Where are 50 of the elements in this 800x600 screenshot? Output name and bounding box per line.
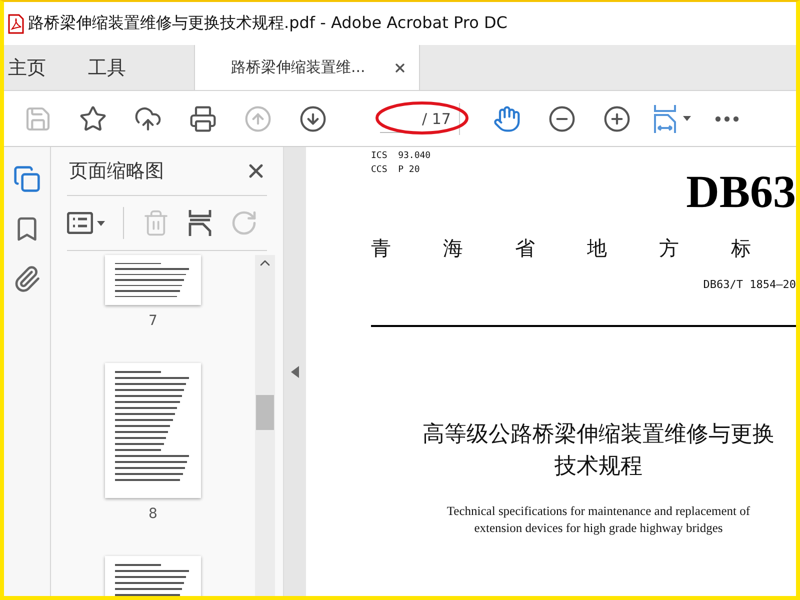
paperclip-icon: [13, 265, 41, 293]
triangle-left-icon: [291, 366, 299, 378]
page-thumbnail[interactable]: [105, 255, 201, 305]
caret-icon: [97, 220, 105, 226]
nav-tab[interactable]: 工具: [84, 45, 126, 90]
document-title: 高等级公路桥梁伸缩装置维修与更换: [422, 421, 774, 449]
document-title: 技术规程: [554, 453, 642, 481]
ccs-code: CCS P 20: [371, 164, 421, 177]
issuer-character: 青: [371, 235, 391, 262]
cloud-upload-icon: [134, 104, 162, 132]
issuer-character: 海: [443, 235, 463, 262]
page-thumbnail[interactable]: [105, 363, 201, 498]
pdf-file-icon: [8, 14, 24, 34]
document-tab-label: 路桥梁伸缩装置维...: [231, 58, 366, 77]
pages-rail-button[interactable]: [13, 165, 41, 193]
scrollbar[interactable]: [255, 255, 275, 596]
attachments-rail-button[interactable]: [13, 265, 41, 293]
page-number: 7: [148, 313, 158, 329]
panel-title: 页面缩略图: [69, 159, 164, 184]
page-number: 8: [148, 506, 158, 522]
issuer-character: 省: [515, 235, 535, 262]
printer-icon: [188, 104, 216, 132]
ics-code: ICS 93.040: [371, 150, 432, 163]
scrollbar-thumb[interactable]: [256, 395, 274, 430]
issuer-character: 标: [731, 235, 751, 262]
zoom-in-icon: [603, 104, 632, 132]
document-tab[interactable]: 路桥梁伸缩装置维...: [194, 45, 420, 90]
standard-number: DB63/T 1854—20: [703, 278, 796, 291]
more-icon: [715, 116, 740, 122]
nav-tab[interactable]: 主页: [4, 45, 46, 90]
trash-icon: [142, 209, 170, 237]
issuer-character: 方: [659, 235, 679, 262]
page-total: / 17: [422, 110, 451, 128]
issuer-character: 地: [587, 235, 607, 262]
standard-code: DB63: [686, 171, 796, 213]
document-subtitle: Technical specifications for maintenance and replacement of: [446, 503, 750, 520]
rotate-icon: [230, 209, 258, 237]
insert-tool-button[interactable]: [188, 209, 212, 237]
hand-icon: [493, 104, 522, 132]
insert-page-icon: [188, 209, 212, 237]
list-options-icon: [67, 212, 93, 234]
options-tool-button[interactable]: [67, 212, 105, 234]
pages-icon: [13, 165, 41, 193]
close-icon[interactable]: [393, 60, 407, 74]
caret-icon: [683, 116, 692, 121]
star-icon: [78, 104, 106, 132]
save-icon: [24, 104, 52, 132]
zoom-out-icon: [548, 104, 576, 132]
document-subtitle: extension devices for high grade highway bridges: [474, 520, 723, 537]
window-title: 路桥梁伸缩装置维修与更换技术规程.pdf - Adobe Acrobat Pro DC: [28, 13, 508, 34]
